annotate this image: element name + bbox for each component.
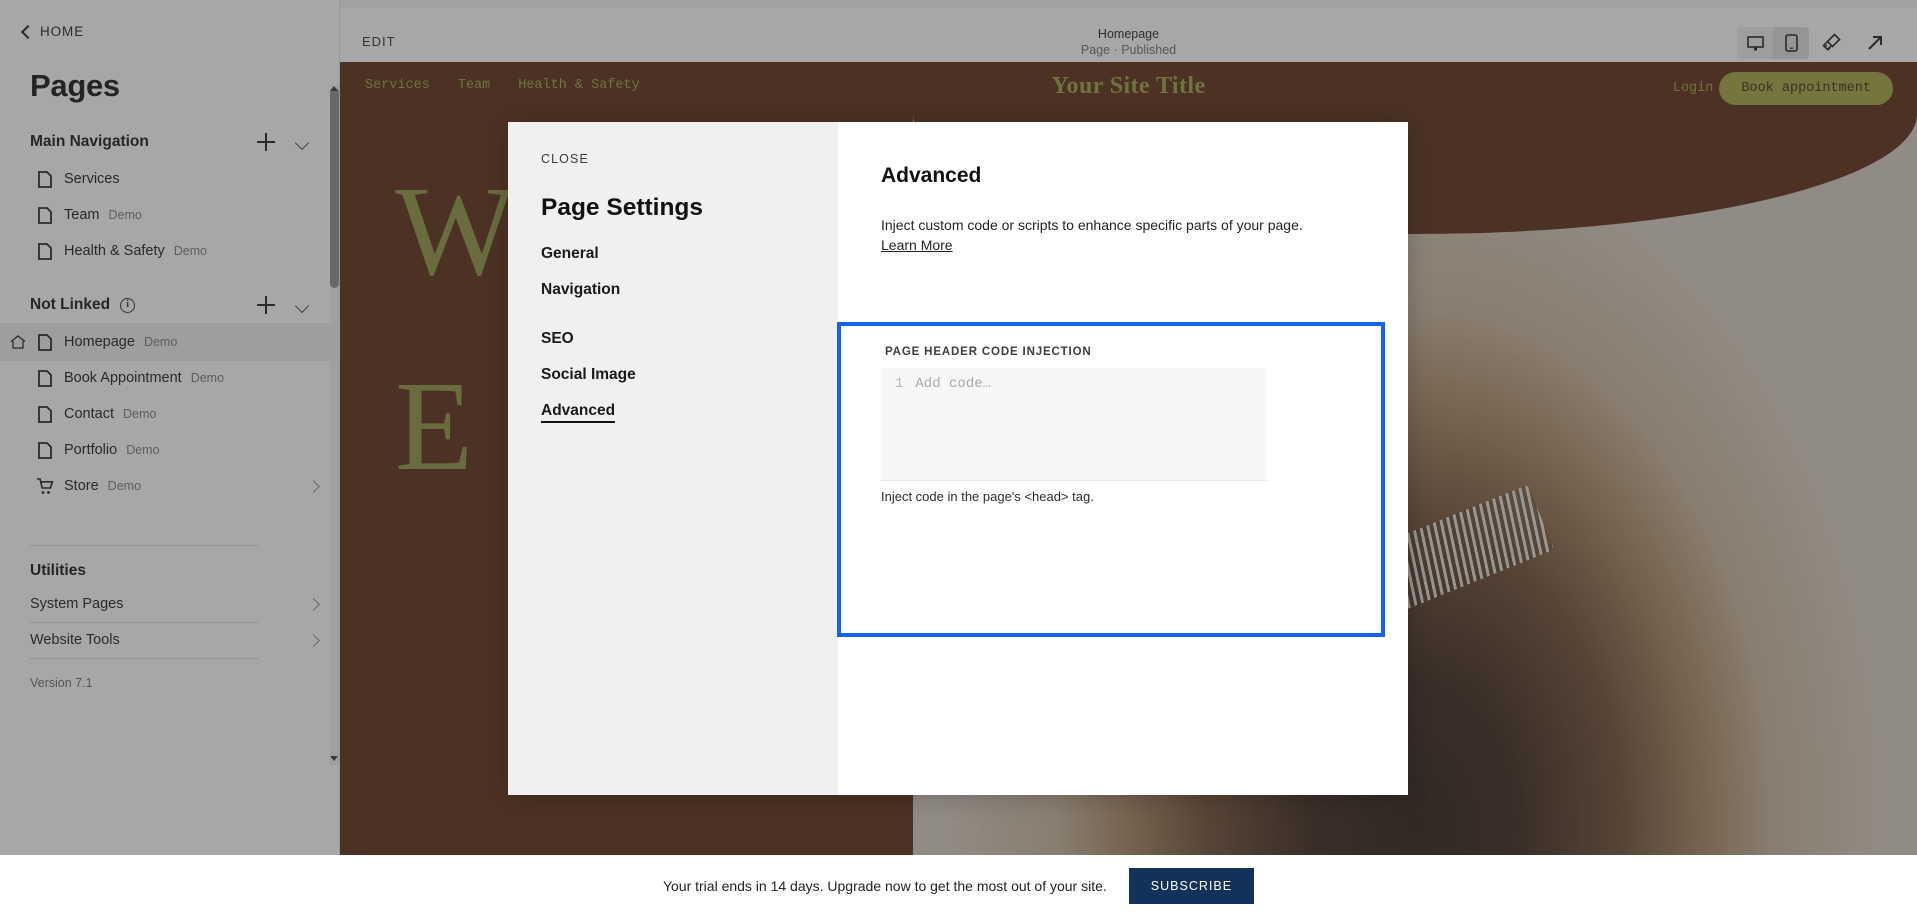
trial-banner: Your trial ends in 14 days. Upgrade now …	[0, 855, 1917, 917]
code-injection-label: PAGE HEADER CODE INJECTION	[885, 346, 1092, 358]
code-placeholder: Add code…	[915, 376, 992, 392]
page-settings-nav: General Navigation SEO Social Image Adva…	[541, 245, 801, 440]
close-button[interactable]: CLOSE	[541, 152, 589, 166]
page-settings-sidebar: CLOSE Page Settings General Navigation S…	[508, 122, 838, 795]
tab-navigation[interactable]: Navigation	[541, 281, 620, 300]
code-injection-field-group: PAGE HEADER CODE INJECTION 1 Add code… In…	[837, 322, 1385, 637]
app-root: HOME Pages Main Navigation Services Team…	[0, 0, 1917, 917]
code-editor-line: 1 Add code…	[895, 376, 991, 392]
panel-description: Inject custom code or scripts to enhance…	[881, 215, 1311, 255]
line-number: 1	[895, 376, 904, 392]
code-injection-help-text: Inject code in the page's <head> tag.	[881, 489, 1094, 504]
modal-title: Page Settings	[541, 194, 704, 221]
tab-social-image[interactable]: Social Image	[541, 366, 636, 385]
tab-general[interactable]: General	[541, 245, 599, 264]
subscribe-button[interactable]: SUBSCRIBE	[1128, 868, 1255, 904]
panel-description-text: Inject custom code or scripts to enhance…	[881, 217, 1303, 233]
tab-seo[interactable]: SEO	[541, 330, 574, 349]
trial-message: Your trial ends in 14 days. Upgrade now …	[662, 878, 1107, 894]
learn-more-link[interactable]: Learn More	[881, 237, 953, 253]
page-settings-modal: CLOSE Page Settings General Navigation S…	[508, 122, 1408, 795]
panel-heading: Advanced	[881, 164, 982, 187]
page-header-code-input[interactable]: 1 Add code…	[881, 368, 1267, 481]
tab-advanced[interactable]: Advanced	[541, 402, 616, 423]
page-settings-panel: Advanced Inject custom code or scripts t…	[837, 122, 1408, 795]
